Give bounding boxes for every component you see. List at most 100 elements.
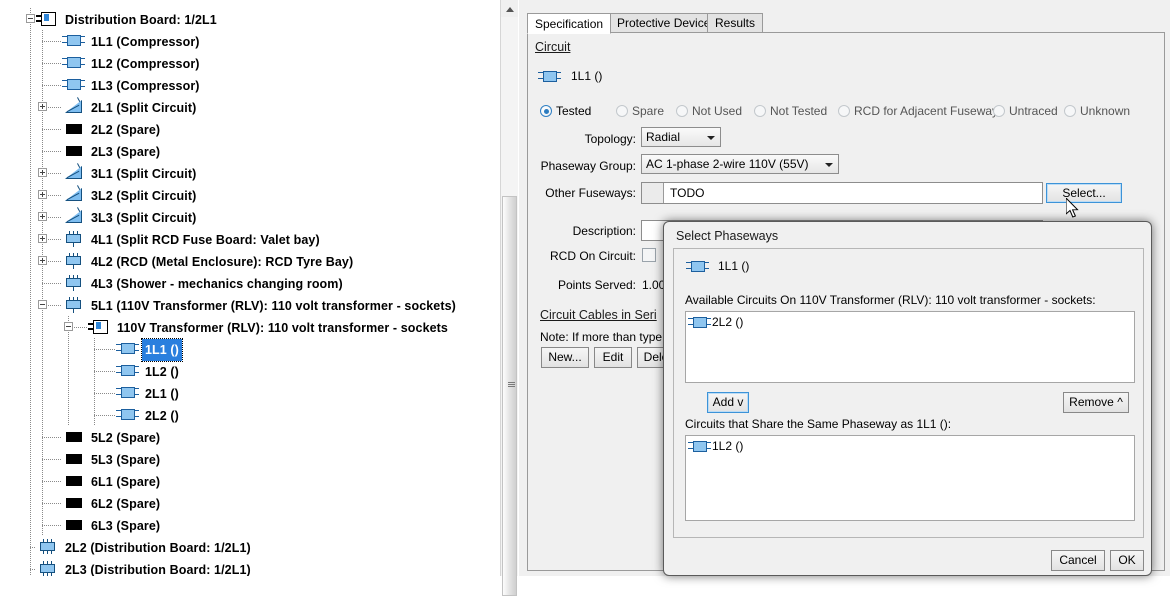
tree-expander-icon[interactable] — [26, 14, 35, 23]
tree-item-label: 3L1 (Split Circuit) — [91, 166, 197, 181]
cables-new-button[interactable]: New... — [541, 347, 589, 368]
tab-specification-label: Specification — [535, 17, 604, 31]
radio-unknown[interactable]: Unknown — [1064, 104, 1130, 118]
tree-item[interactable]: 3L2 (Split Circuit) — [0, 184, 519, 206]
tree-item[interactable]: 4L3 (Shower - mechanics changing room) — [0, 272, 519, 294]
phaseway-group-label: Phaseway Group: — [540, 159, 636, 173]
rcd-on-circuit-checkbox[interactable] — [642, 248, 656, 262]
radio-untraced-label: Untraced — [1009, 104, 1058, 118]
radio-tested[interactable]: Tested — [540, 104, 591, 118]
radio-not-used[interactable]: Not Used — [676, 104, 742, 118]
spare-icon — [62, 430, 84, 444]
radio-rcd-adjacent-fuseway-label: RCD for Adjacent Fuseway — [854, 104, 999, 118]
scrollbar-thumb[interactable] — [502, 196, 517, 596]
list-item-label: 1L2 () — [712, 439, 744, 453]
spare-icon — [62, 474, 84, 488]
tree-item-label: 2L1 (Split Circuit) — [91, 100, 197, 115]
tree-item[interactable]: 2L3 (Distribution Board: 1/2L1) — [0, 558, 519, 576]
radio-not-used-label: Not Used — [692, 104, 743, 118]
available-circuits-list[interactable]: 2L2 () — [685, 311, 1135, 383]
tree-item[interactable]: 1L2 (Compressor) — [0, 52, 519, 74]
tree-item[interactable]: 4L2 (RCD (Metal Enclosure): RCD Tyre Bay… — [0, 250, 519, 272]
tree-item[interactable]: 3L3 (Split Circuit) — [0, 206, 519, 228]
tree-item-label: 6L1 (Spare) — [91, 474, 161, 489]
circuit-name-label: 1L1 () — [571, 69, 603, 83]
tree-item[interactable]: 1L2 () — [0, 360, 519, 382]
tree-expander-icon[interactable] — [38, 190, 47, 199]
available-circuits-label: Available Circuits On 110V Transformer (… — [685, 293, 1096, 307]
topology-dropdown[interactable]: Radial — [641, 127, 721, 147]
db-icon — [36, 539, 58, 554]
circuit-cables-note: Note: If more than type of — [540, 330, 676, 344]
other-fuseways-value: TODO — [670, 186, 705, 200]
select-button[interactable]: Select... — [1046, 183, 1122, 203]
tree-expander-icon[interactable] — [38, 234, 47, 243]
tree-item[interactable]: Distribution Board: 1/2L1 — [0, 8, 519, 30]
tree-item[interactable]: 4L1 (Split RCD Fuse Board: Valet bay) — [0, 228, 519, 250]
ok-button[interactable]: OK — [1110, 550, 1144, 571]
topology-value: Radial — [646, 130, 681, 144]
circuit-icon — [116, 408, 139, 422]
tree-item[interactable]: 3L1 (Split Circuit) — [0, 162, 519, 184]
tree-expander-icon[interactable] — [38, 102, 47, 111]
rcd-icon — [62, 231, 84, 247]
tab-specification[interactable]: Specification — [527, 13, 612, 34]
list-item[interactable]: 2L2 () — [686, 312, 1134, 332]
tree-item[interactable]: 110V Transformer (RLV): 110 volt transfo… — [0, 316, 519, 338]
tree-item[interactable]: 5L1 (110V Transformer (RLV): 110 volt tr… — [0, 294, 519, 316]
circuit-tree[interactable]: Distribution Board: 1/2L1 1L1 (Compressor… — [0, 0, 519, 576]
split-circuit-icon — [62, 207, 84, 224]
other-fuseways-input[interactable]: TODO — [641, 182, 1043, 204]
circuit-tree-pane[interactable]: Distribution Board: 1/2L1 1L1 (Compressor… — [0, 0, 519, 576]
circuit-icon — [116, 364, 139, 378]
radio-rcd-adjacent-fuseway[interactable]: RCD for Adjacent Fuseway — [838, 104, 998, 118]
radio-not-used-dot — [676, 105, 688, 117]
tree-item[interactable]: 2L1 () — [0, 382, 519, 404]
spare-icon — [62, 496, 84, 510]
tree-item-label: 2L3 (Spare) — [91, 144, 161, 159]
tree-item-label: 1L2 (Compressor) — [91, 56, 200, 71]
list-item[interactable]: 1L2 () — [686, 436, 1134, 456]
chevron-down-icon — [707, 136, 715, 140]
cables-edit-button[interactable]: Edit — [594, 347, 632, 368]
tree-expander-icon[interactable] — [38, 168, 47, 177]
tab-protective-device[interactable]: Protective Device — [609, 13, 719, 33]
radio-untraced[interactable]: Untraced — [993, 104, 1058, 118]
other-fuseways-prefix — [642, 183, 664, 203]
tree-item[interactable]: 2L3 (Spare) — [0, 140, 519, 162]
tree-item[interactable]: 6L2 (Spare) — [0, 492, 519, 514]
tree-item[interactable]: 1L1 (Compressor) — [0, 30, 519, 52]
phaseway-group-dropdown[interactable]: AC 1-phase 2-wire 110V (55V) — [641, 154, 839, 174]
tab-strip: Specification Protective Device Results — [527, 13, 1165, 34]
circuit-icon — [62, 34, 85, 48]
radio-spare[interactable]: Spare — [616, 104, 664, 118]
tree-item[interactable]: 2L2 (Distribution Board: 1/2L1) — [0, 536, 519, 558]
tree-item[interactable]: 6L3 (Spare) — [0, 514, 519, 536]
tree-item[interactable]: 5L2 (Spare) — [0, 426, 519, 448]
tree-item[interactable]: 6L1 (Spare) — [0, 470, 519, 492]
scrollbar-grip-icon — [508, 382, 515, 388]
tree-item[interactable]: 2L2 () — [0, 404, 519, 426]
tree-item[interactable]: 2L2 (Spare) — [0, 118, 519, 140]
tree-item[interactable]: 1L3 (Compressor) — [0, 74, 519, 96]
cancel-button[interactable]: Cancel — [1051, 550, 1105, 571]
tree-item[interactable]: 2L1 (Split Circuit) — [0, 96, 519, 118]
tree-vertical-scrollbar[interactable] — [500, 0, 518, 596]
rcd-on-circuit-label: RCD On Circuit: — [549, 249, 636, 263]
board-icon — [88, 320, 110, 334]
points-served-value: 1.00 — [642, 278, 666, 292]
tree-expander-icon[interactable] — [64, 322, 73, 331]
shared-phaseway-list[interactable]: 1L2 () — [685, 435, 1135, 521]
radio-not-tested[interactable]: Not Tested — [754, 104, 827, 118]
scroll-up-arrow-icon[interactable] — [501, 0, 518, 17]
spare-icon — [62, 452, 84, 466]
tree-item[interactable]: 5L3 (Spare) — [0, 448, 519, 470]
tree-expander-icon[interactable] — [38, 300, 47, 309]
add-button[interactable]: Add v — [707, 392, 749, 413]
tree-item[interactable]: 1L1 () — [0, 337, 519, 362]
remove-button[interactable]: Remove ^ — [1063, 392, 1129, 413]
tree-item-label: 2L1 () — [145, 386, 179, 401]
tab-results[interactable]: Results — [707, 13, 764, 33]
tree-expander-icon[interactable] — [38, 256, 47, 265]
tree-expander-icon[interactable] — [38, 212, 47, 221]
